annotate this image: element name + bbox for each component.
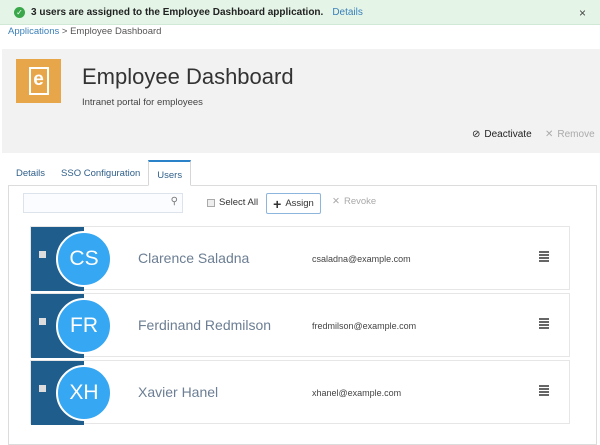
deactivate-label: Deactivate (484, 129, 532, 140)
breadcrumb-applications[interactable]: Applications (8, 26, 59, 37)
banner-details-link[interactable]: Details (332, 7, 363, 18)
avatar: XH (56, 365, 112, 421)
success-banner: ✓ 3 users are assigned to the Employee D… (0, 0, 600, 25)
breadcrumb: Applications > Employee Dashboard (8, 26, 161, 37)
remove-button[interactable]: ✕ Remove (545, 129, 595, 140)
app-logo: e (16, 59, 61, 103)
user-email: fredmilson@example.com (312, 321, 417, 331)
select-all-label: Select All (219, 197, 259, 208)
x-icon: ✕ (545, 129, 554, 140)
check-circle-icon: ✓ (14, 6, 25, 18)
app-description: Intranet portal for employees (82, 97, 203, 108)
remove-label: Remove (557, 129, 595, 140)
assign-button[interactable]: + Assign (266, 193, 321, 214)
user-card[interactable]: CS Clarence Saladna csaladna@example.com (30, 226, 570, 291)
menu-icon[interactable] (539, 385, 549, 397)
search-input[interactable]: ⚲ (23, 193, 183, 213)
user-email: csaladna@example.com (312, 254, 411, 264)
user-card[interactable]: FR Ferdinand Redmilson fredmilson@exampl… (30, 293, 570, 358)
app-header: e Employee Dashboard Intranet portal for… (2, 49, 600, 153)
user-checkbox[interactable] (39, 251, 46, 258)
user-name[interactable]: Xavier Hanel (138, 384, 218, 400)
tab-details[interactable]: Details (8, 160, 53, 186)
block-icon: ⊘ (472, 129, 481, 140)
tab-users[interactable]: Users (148, 160, 192, 186)
plus-icon: + (273, 195, 282, 212)
x-icon: ✕ (332, 196, 340, 207)
user-card[interactable]: XH Xavier Hanel xhanel@example.com (30, 360, 570, 425)
menu-icon[interactable] (539, 251, 549, 263)
user-name[interactable]: Clarence Saladna (138, 250, 249, 266)
page-title: Employee Dashboard (82, 64, 294, 89)
menu-icon[interactable] (539, 318, 549, 330)
app-logo-letter: e (28, 67, 49, 95)
banner-message: 3 users are assigned to the Employee Das… (31, 6, 324, 18)
close-icon[interactable]: × (579, 6, 586, 20)
assign-label: Assign (285, 198, 314, 209)
user-email: xhanel@example.com (312, 388, 402, 398)
tab-bar: Details SSO Configuration Users (8, 160, 192, 186)
breadcrumb-separator: > (61, 26, 68, 37)
revoke-label: Revoke (343, 196, 377, 207)
checkbox-box[interactable] (207, 198, 215, 207)
tab-sso-configuration[interactable]: SSO Configuration (53, 160, 148, 186)
avatar: FR (56, 298, 112, 354)
user-name[interactable]: Ferdinand Redmilson (138, 317, 271, 333)
deactivate-button[interactable]: ⊘ Deactivate (472, 129, 532, 140)
search-icon[interactable]: ⚲ (171, 196, 178, 207)
user-checkbox[interactable] (39, 318, 46, 325)
revoke-button[interactable]: ✕ Revoke (332, 196, 376, 207)
select-all-checkbox[interactable]: Select All (207, 197, 258, 208)
breadcrumb-current: Employee Dashboard (70, 26, 162, 37)
avatar: CS (56, 231, 112, 287)
user-checkbox[interactable] (39, 385, 46, 392)
